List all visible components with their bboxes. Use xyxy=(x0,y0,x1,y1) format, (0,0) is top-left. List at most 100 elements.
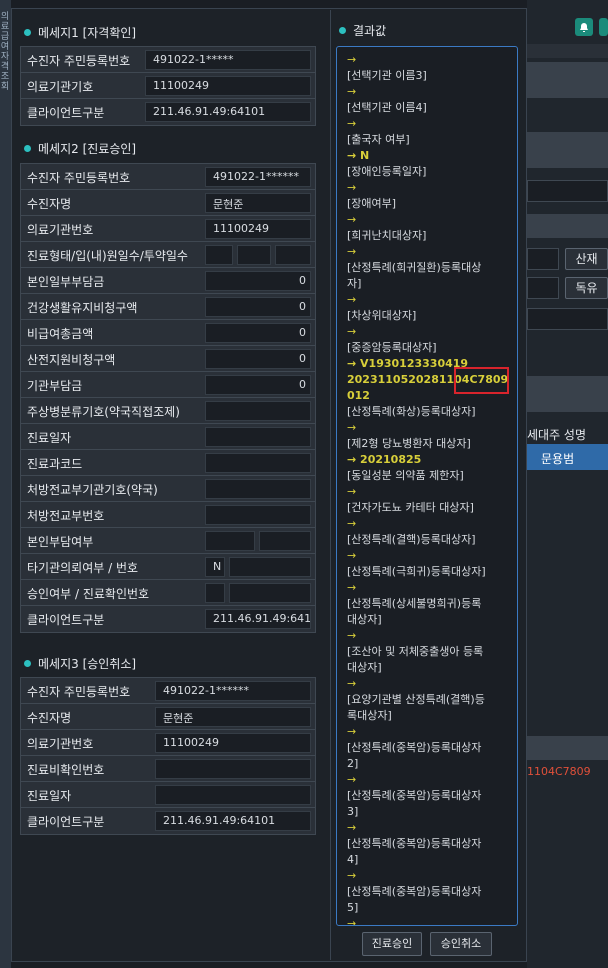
result-line: 4] xyxy=(347,853,359,866)
visit-days-field[interactable] xyxy=(237,245,271,265)
rrn-field[interactable]: 491022-1***** xyxy=(145,50,311,70)
sec2-row: 수진자명 문현준 xyxy=(21,190,315,216)
result-line: → xyxy=(347,917,357,926)
result-line: 대상자] xyxy=(347,613,382,626)
highlight-box xyxy=(454,367,509,394)
client-field[interactable]: 211.46.91.49:64101 xyxy=(155,811,311,831)
care-type-field[interactable] xyxy=(205,245,233,265)
result-line: → xyxy=(347,245,357,258)
result-line: [선택기관 이름4] xyxy=(347,101,427,114)
result-line: [산정특례(중복암)등록대상자 xyxy=(347,741,482,754)
result-line: [산정특례(결핵)등록대상자] xyxy=(347,533,476,546)
institution-number-field[interactable]: 11100249 xyxy=(205,219,311,239)
client-field[interactable]: 211.46.91.49:6410 xyxy=(205,609,311,629)
result-line: 자] xyxy=(347,277,362,290)
sec2-row: 처방전교부기관기호(약국) xyxy=(21,476,315,502)
menu-icon[interactable] xyxy=(599,18,608,36)
prescriber-code-field[interactable] xyxy=(205,479,311,499)
result-line: 5] xyxy=(347,901,359,914)
patient-name-field[interactable]: 문현준 xyxy=(205,193,311,213)
copay-field[interactable]: 0 xyxy=(205,271,311,291)
self-pay-field[interactable] xyxy=(205,531,255,551)
bg-field-3[interactable] xyxy=(527,277,559,299)
sec2-row: 처방전교부번호 xyxy=(21,502,315,528)
result-line: [희귀난치대상자] xyxy=(347,229,427,242)
bullet-icon xyxy=(24,660,31,667)
sec2-row: 의료기관번호 11100249 xyxy=(21,216,315,242)
result-line: → xyxy=(347,773,357,786)
header-block-4 xyxy=(527,376,608,412)
disease-code-field[interactable] xyxy=(205,401,311,421)
result-line: [동일성분 의약품 제한자] xyxy=(347,469,464,482)
result-line: [장애여부] xyxy=(347,197,397,210)
header-block-5 xyxy=(527,736,608,760)
client-field[interactable]: 211.46.91.49:64101 xyxy=(145,102,311,122)
result-line: → xyxy=(347,581,357,594)
result-line: → xyxy=(347,181,357,194)
result-line: 2] xyxy=(347,757,359,770)
household-head-name: 문용범 xyxy=(541,452,575,466)
san-button[interactable]: 산재 xyxy=(565,248,608,270)
bg-field-4[interactable] xyxy=(527,308,608,330)
sec3-row: 진료비확인번호 xyxy=(21,756,315,782)
result-line: → xyxy=(347,85,357,98)
approval-flag-field[interactable] xyxy=(205,583,225,603)
sec2-table: 수진자 주민등록번호 491022-1****** 수진자명 문현준 의료기관번호 1… xyxy=(20,163,316,633)
bullet-icon xyxy=(339,27,346,34)
dosage-days-field[interactable] xyxy=(275,245,311,265)
result-line: → xyxy=(347,117,357,130)
sec2-row: 본인부담여부 xyxy=(21,528,315,554)
result-line: [중증암등록대상자] xyxy=(347,341,437,354)
result-line: → xyxy=(347,293,357,306)
bullet-icon xyxy=(24,145,31,152)
patient-name-field[interactable]: 문현준 xyxy=(155,707,311,727)
result-line: [조산아 및 저체중출생아 등록 xyxy=(347,645,484,658)
bg-field-2[interactable] xyxy=(527,248,559,270)
health-claim-field[interactable]: 0 xyxy=(205,297,311,317)
side-tab[interactable]: 의료급여 자격조회 xyxy=(0,0,11,968)
sec2-row: 기관부담금 0 xyxy=(21,372,315,398)
prenatal-claim-field[interactable]: 0 xyxy=(205,349,311,369)
header-block-2 xyxy=(527,132,608,168)
rrn-field[interactable]: 491022-1****** xyxy=(155,681,311,701)
result-line: → xyxy=(347,325,357,338)
sec2-row: 진료형태/입(내)원일수/투약일수 xyxy=(21,242,315,268)
care-fee-confirm-field[interactable] xyxy=(155,759,311,779)
result-line: [출국자 여부] xyxy=(347,133,410,146)
institution-number-field[interactable]: 11100249 xyxy=(155,733,311,753)
institution-charge-field[interactable]: 0 xyxy=(205,375,311,395)
panel-divider xyxy=(330,10,331,960)
sec2-row: 산전지원비청구액 0 xyxy=(21,346,315,372)
result-line: → xyxy=(347,869,357,882)
app-window: 의료급여 자격조회 산재 독유 세대주 성명 문용범 1104C7809 메세지… xyxy=(0,0,608,968)
result-line: [제2형 당뇨병환자 대상자] xyxy=(347,437,471,450)
prescription-number-field[interactable] xyxy=(205,505,311,525)
self-pay-field-2[interactable] xyxy=(259,531,311,551)
approve-button[interactable]: 진료승인 xyxy=(362,932,422,956)
sec3-title: 메세지3 [승인취소] xyxy=(24,655,136,672)
header-block xyxy=(527,62,608,98)
referral-flag-field[interactable]: N xyxy=(205,557,225,577)
rrn-field[interactable]: 491022-1****** xyxy=(205,167,311,187)
result-textarea[interactable]: → [선택기관 이름3] → [선택기관 이름4] → [출국자 여부] → N [장애인등록… xyxy=(336,46,518,926)
bell-icon[interactable] xyxy=(575,18,593,36)
background-window: 산재 독유 세대주 성명 문용범 1104C7809 xyxy=(527,0,608,968)
result-lines: → [선택기관 이름3] → [선택기관 이름4] → [출국자 여부] → N [장애인등록… xyxy=(337,47,517,926)
cancel-approval-button[interactable]: 승인취소 xyxy=(430,932,492,956)
result-line: [산정특례(중복암)등록대상자 xyxy=(347,837,482,850)
referral-number-field[interactable] xyxy=(229,557,311,577)
result-line: [요양기관별 산정특례(결핵)등 xyxy=(347,693,485,706)
care-date-field[interactable] xyxy=(205,427,311,447)
result-line: [장애인등록일자] xyxy=(347,165,427,178)
care-confirm-number-field[interactable] xyxy=(229,583,311,603)
noncovered-total-field[interactable]: 0 xyxy=(205,323,311,343)
result-line: [차상위대상자] xyxy=(347,309,417,322)
result-title: 결과값 xyxy=(339,22,386,39)
care-date-field[interactable] xyxy=(155,785,311,805)
header-block-3 xyxy=(527,214,608,238)
institution-code-field[interactable]: 11100249 xyxy=(145,76,311,96)
dok-button[interactable]: 독유 xyxy=(565,277,608,299)
result-line: → xyxy=(347,725,357,738)
bg-field[interactable] xyxy=(527,180,608,202)
department-code-field[interactable] xyxy=(205,453,311,473)
